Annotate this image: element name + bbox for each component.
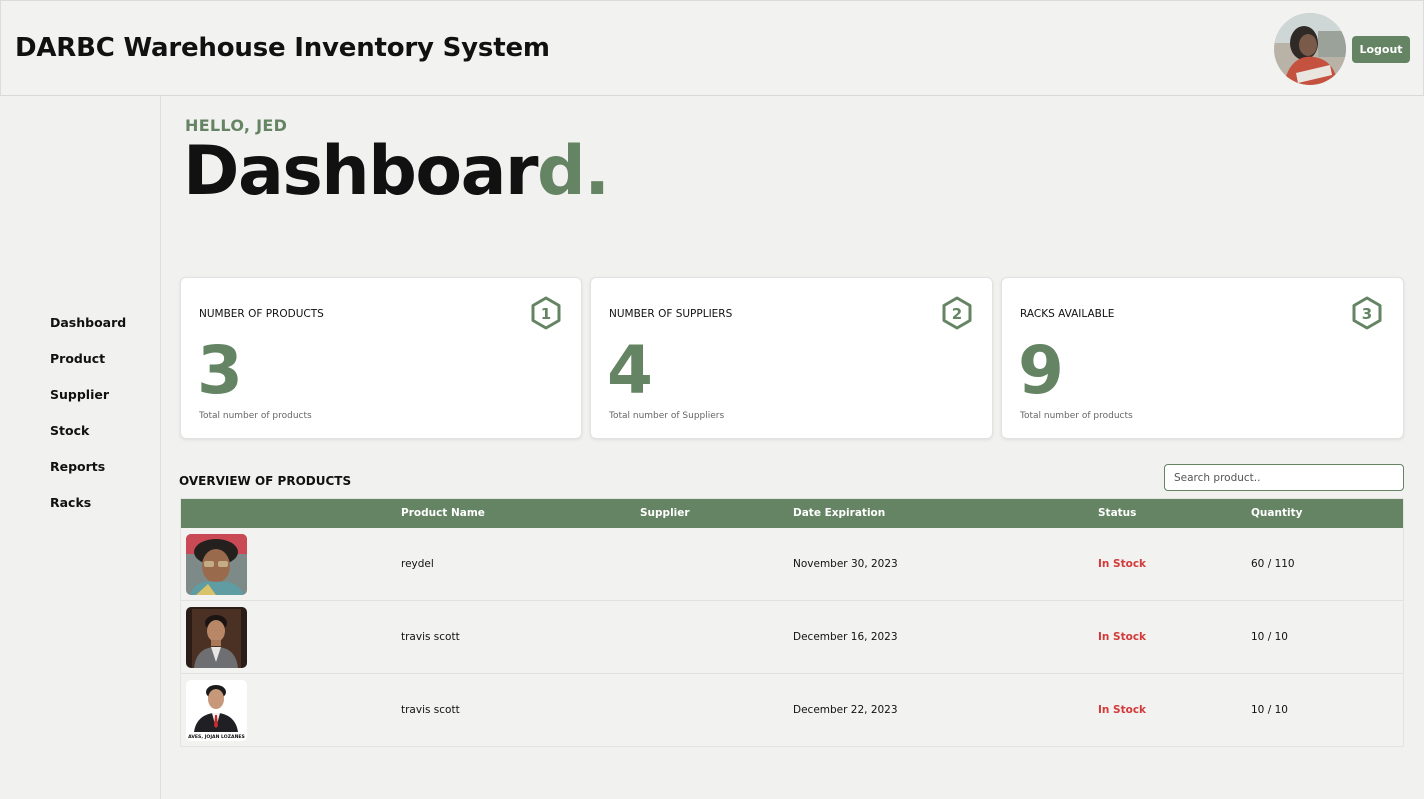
product-thumbnail <box>186 534 247 595</box>
logout-button[interactable]: Logout <box>1352 36 1410 63</box>
card-caption: Total number of Suppliers <box>609 411 725 421</box>
column-header-supplier[interactable]: Supplier <box>640 507 690 519</box>
search-input[interactable] <box>1164 464 1404 491</box>
date-expiration-cell: December 22, 2023 <box>793 704 898 716</box>
hexagon-2-icon: 2 <box>940 296 974 330</box>
status-badge: In Stock <box>1098 631 1147 643</box>
card-number-of-suppliers: NUMBER OF SUPPLIERS 2 4 Total number of … <box>590 277 993 439</box>
sidebar-item-product[interactable]: Product <box>50 351 105 366</box>
svg-text:AVES, JOJAN LOZAÑES: AVES, JOJAN LOZAÑES <box>188 733 245 740</box>
quantity-cell: 10 / 10 <box>1251 704 1288 716</box>
quantity-cell: 10 / 10 <box>1251 631 1288 643</box>
column-header-status[interactable]: Status <box>1098 507 1136 519</box>
product-name-cell: reydel <box>401 558 434 570</box>
products-table: Product Name Supplier Date Expiration St… <box>180 498 1404 747</box>
product-name-cell: travis scott <box>401 631 460 643</box>
table-row[interactable]: AVES, JOJAN LOZAÑES travis scott Decembe… <box>181 674 1403 747</box>
hexagon-1-icon: 1 <box>529 296 563 330</box>
sidebar-item-stock[interactable]: Stock <box>50 423 89 438</box>
card-value: 9 <box>1018 332 1064 409</box>
top-header: DARBC Warehouse Inventory System Logout <box>0 0 1424 96</box>
card-value: 4 <box>607 332 653 409</box>
column-header-quantity[interactable]: Quantity <box>1251 507 1302 519</box>
status-badge: In Stock <box>1098 558 1147 570</box>
app-title: DARBC Warehouse Inventory System <box>15 33 550 63</box>
product-thumbnail: AVES, JOJAN LOZAÑES <box>186 680 247 741</box>
sidebar: Dashboard Product Supplier Stock Reports… <box>0 96 161 799</box>
page-title-main: Dashboar <box>183 132 539 211</box>
table-row[interactable]: reydel November 30, 2023 In Stock 60 / 1… <box>181 528 1403 601</box>
user-avatar[interactable] <box>1274 13 1346 85</box>
status-badge: In Stock <box>1098 704 1147 716</box>
hexagon-3-icon: 3 <box>1350 296 1384 330</box>
page-title: Dashboard. <box>183 136 610 207</box>
card-label: RACKS AVAILABLE <box>1020 308 1115 320</box>
sidebar-item-racks[interactable]: Racks <box>50 495 91 510</box>
svg-text:1: 1 <box>541 305 551 323</box>
card-racks-available: RACKS AVAILABLE 3 9 Total number of prod… <box>1001 277 1404 439</box>
page-title-accent: d. <box>537 132 610 211</box>
quantity-cell: 60 / 110 <box>1251 558 1295 570</box>
card-label: NUMBER OF SUPPLIERS <box>609 308 733 320</box>
product-name-cell: travis scott <box>401 704 460 716</box>
card-caption: Total number of products <box>1020 411 1133 421</box>
date-expiration-cell: November 30, 2023 <box>793 558 898 570</box>
svg-text:2: 2 <box>952 305 962 323</box>
card-value: 3 <box>197 332 243 409</box>
date-expiration-cell: December 16, 2023 <box>793 631 898 643</box>
card-number-of-products: NUMBER OF PRODUCTS 1 3 Total number of p… <box>180 277 582 439</box>
table-row[interactable]: travis scott December 16, 2023 In Stock … <box>181 601 1403 674</box>
sidebar-item-reports[interactable]: Reports <box>50 459 105 474</box>
product-thumbnail <box>186 607 247 668</box>
overview-title: OVERVIEW OF PRODUCTS <box>179 474 352 488</box>
table-header: Product Name Supplier Date Expiration St… <box>181 499 1403 528</box>
sidebar-item-supplier[interactable]: Supplier <box>50 387 109 402</box>
column-header-date-expiration[interactable]: Date Expiration <box>793 507 885 519</box>
svg-text:3: 3 <box>1362 305 1372 323</box>
column-header-product-name[interactable]: Product Name <box>401 507 485 519</box>
sidebar-item-dashboard[interactable]: Dashboard <box>50 315 126 330</box>
card-label: NUMBER OF PRODUCTS <box>199 308 324 320</box>
card-caption: Total number of products <box>199 411 312 421</box>
